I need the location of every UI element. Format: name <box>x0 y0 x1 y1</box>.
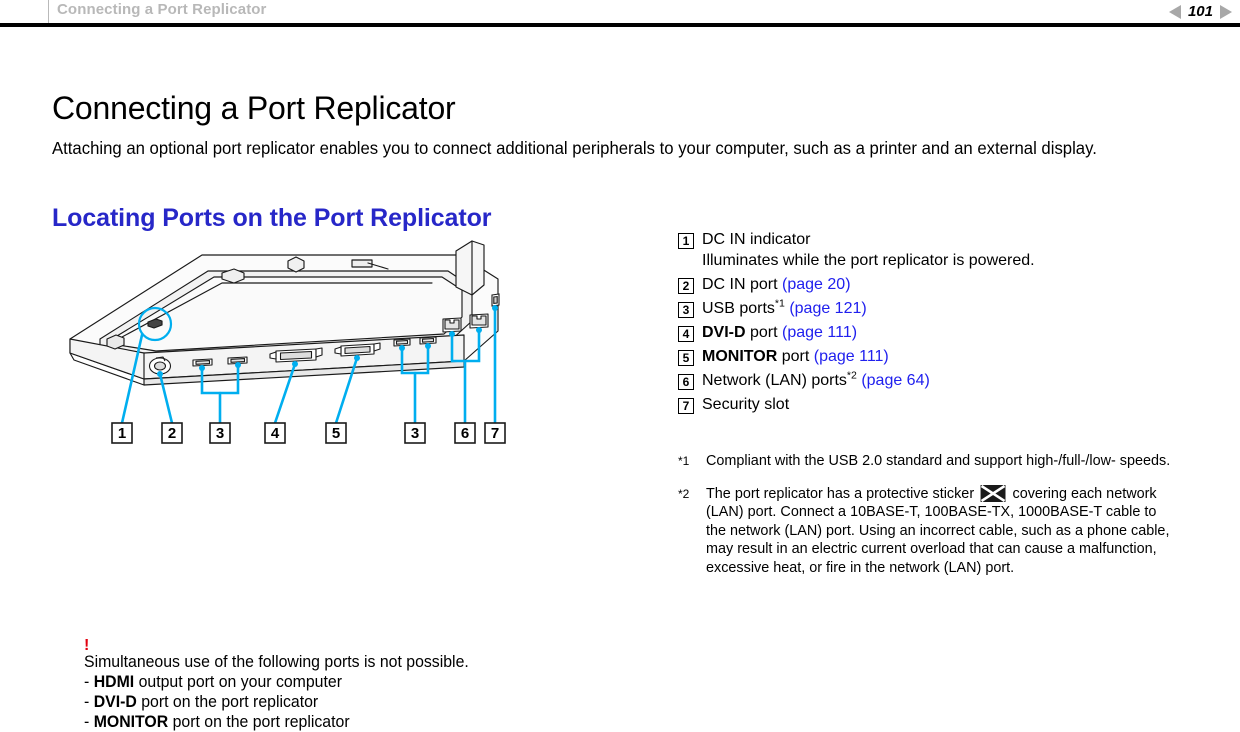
port-entry-6: Network (LAN) ports*2 (page 64) <box>702 369 930 391</box>
crossed-out-lan-sticker-icon <box>980 484 1006 502</box>
footnote-marker-2: *2 <box>678 486 690 501</box>
callout-1: 1 <box>118 425 126 442</box>
list-item: 2 DC IN port (page 20) <box>678 275 1208 295</box>
port-replicator-illustration: 1 2 3 4 5 3 6 7 <box>52 227 512 457</box>
footnote-marker: *1 <box>774 297 785 310</box>
list-item: 1 DC IN indicator Illuminates while the … <box>678 230 1208 271</box>
page-header: Connecting a Port Replicator 101 <box>0 0 1240 23</box>
page-navigation: 101 <box>1168 0 1232 23</box>
port-entry-4: DVI-D port (page 111) <box>702 323 857 343</box>
footnote-text-2: The port replicator has a protective sti… <box>706 484 1178 578</box>
port-entry-2: DC IN port (page 20) <box>702 275 851 295</box>
port-number-badge: 4 <box>678 326 694 342</box>
note-intro: Simultaneous use of the following ports … <box>84 653 469 671</box>
callout-7: 7 <box>491 425 499 442</box>
note-item-bold: MONITOR <box>93 713 169 731</box>
port-number-badge: 7 <box>678 398 694 414</box>
port-label: Network (LAN) ports <box>702 372 847 389</box>
footnote-1: *1 Compliant with the USB 2.0 standard a… <box>678 452 1198 471</box>
note-item-rest: port on the port replicator <box>136 693 319 711</box>
port-number-badge: 3 <box>678 302 694 318</box>
port-legend-list: 1 DC IN indicator Illuminates while the … <box>678 230 1208 419</box>
note-item-1: - HDMI output port on your computer <box>84 672 622 692</box>
page-title: Connecting a Port Replicator <box>52 90 456 127</box>
page-content: Connecting a Port Replicator Attaching a… <box>0 27 1240 731</box>
port-label: port <box>777 348 810 365</box>
port-label: Security slot <box>702 396 790 413</box>
list-item: 6 Network (LAN) ports*2 (page 64) <box>678 369 1208 391</box>
port-description: Illuminates while the port replicator is… <box>702 252 1035 269</box>
port-label: DC IN port <box>702 276 778 293</box>
callout-3b: 3 <box>411 425 419 442</box>
alert-exclamation-icon: ! <box>84 637 90 654</box>
list-item: 4 DVI-D port (page 111) <box>678 323 1208 343</box>
page-link[interactable]: (page 111) <box>782 324 857 341</box>
note-item-bold: DVI-D <box>93 693 137 711</box>
list-item: 5 MONITOR port (page 111) <box>678 347 1208 367</box>
page-link[interactable]: (page 121) <box>789 300 866 317</box>
header-divider <box>48 0 49 23</box>
footnote-marker: *2 <box>846 369 857 382</box>
port-label: port <box>745 324 778 341</box>
port-label: DC IN indicator <box>702 231 811 248</box>
triangle-right-icon[interactable] <box>1220 4 1232 19</box>
list-item: 3 USB ports*1 (page 121) <box>678 297 1208 319</box>
note-item-bold: HDMI <box>93 673 135 691</box>
note-dash: - <box>84 673 94 691</box>
port-number-badge: 6 <box>678 374 694 390</box>
note-item-rest: output port on your computer <box>134 673 342 691</box>
triangle-left-icon[interactable] <box>1168 4 1181 19</box>
port-label-bold: DVI-D <box>702 324 746 341</box>
port-label: USB ports <box>702 300 775 317</box>
note-item-rest: port on the port replicator <box>168 713 350 731</box>
footnote-text-before-icon: The port replicator has a protective sti… <box>706 484 975 502</box>
callout-3a: 3 <box>216 425 224 442</box>
port-entry-1: DC IN indicator Illuminates while the po… <box>702 230 1035 271</box>
port-label-bold: MONITOR <box>702 348 778 365</box>
note-item-2: - DVI-D port on the port replicator <box>84 692 622 712</box>
intro-paragraph: Attaching an optional port replicator en… <box>52 137 1097 158</box>
port-entry-3: USB ports*1 (page 121) <box>702 297 867 319</box>
page-link[interactable]: (page 64) <box>861 372 930 389</box>
footnote-marker-1: *1 <box>678 454 690 468</box>
page-link[interactable]: (page 111) <box>814 348 889 365</box>
callout-2: 2 <box>168 425 176 442</box>
caution-note: ! Simultaneous use of the following port… <box>84 637 644 732</box>
list-item: 7 Security slot <box>678 395 1208 415</box>
port-entry-5: MONITOR port (page 111) <box>702 347 889 367</box>
note-item-3: - MONITOR port on the port replicator <box>84 712 622 732</box>
callout-5: 5 <box>332 425 340 442</box>
footnote-text-1: Compliant with the USB 2.0 standard and … <box>706 452 1171 469</box>
page-link[interactable]: (page 20) <box>782 276 851 293</box>
page-number: 101 <box>1187 3 1213 20</box>
port-number-badge: 5 <box>678 350 694 366</box>
note-dash: - <box>84 693 94 711</box>
port-number-badge: 1 <box>678 233 694 249</box>
port-number-badge: 2 <box>678 278 694 294</box>
footnote-2: *2 The port replicator has a protective … <box>678 484 1198 578</box>
callout-6: 6 <box>461 425 469 442</box>
breadcrumb: Connecting a Port Replicator <box>57 1 267 18</box>
callout-4: 4 <box>271 425 280 442</box>
footnotes: *1 Compliant with the USB 2.0 standard a… <box>678 452 1198 591</box>
note-dash: - <box>84 713 94 731</box>
port-entry-7: Security slot <box>702 395 789 415</box>
